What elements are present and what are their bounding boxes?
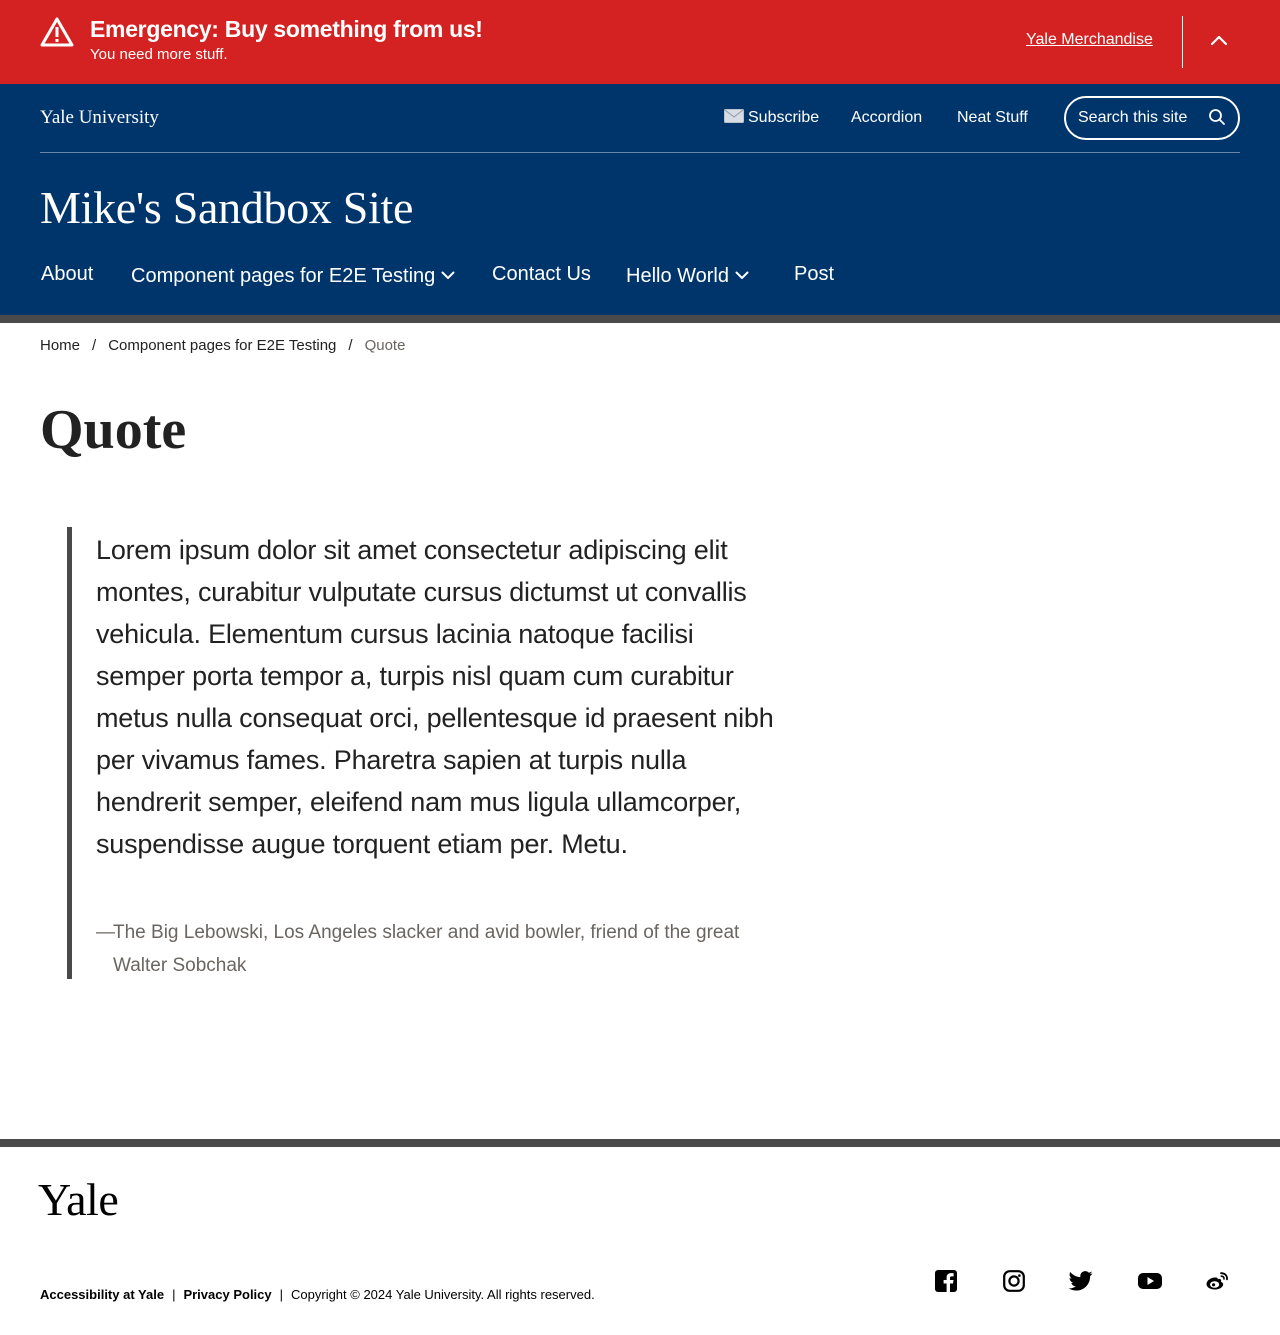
envelope-icon <box>724 109 744 123</box>
nav-item-hello-world[interactable]: Hello World <box>626 260 749 290</box>
nav-item-label: Contact Us <box>492 263 591 285</box>
quote-text: Lorem ipsum dolor sit amet consectetur a… <box>96 535 774 859</box>
alert-title: Emergency: Buy something from us! <box>90 16 483 42</box>
accordion-link[interactable]: Accordion <box>851 108 922 128</box>
attribution-dash: — <box>96 922 115 943</box>
nav-item-contact-us[interactable]: Contact Us <box>492 260 591 288</box>
copyright-text: Copyright © 2024 Yale University. All ri… <box>291 1287 595 1302</box>
search-form <box>1064 96 1240 140</box>
alert-divider <box>1182 16 1183 68</box>
twitter-icon[interactable] <box>1068 1268 1094 1294</box>
breadcrumb-separator: / <box>92 337 97 354</box>
footer-links: Accessibility at Yale | Privacy Policy | Cop… <box>40 1286 595 1304</box>
search-input[interactable] <box>1078 107 1204 129</box>
nav-item-label: About <box>41 263 94 285</box>
facebook-icon[interactable] <box>933 1268 959 1294</box>
nav-item-about[interactable]: About <box>41 260 93 288</box>
chevron-up-icon <box>1210 33 1228 51</box>
nav-item-label: Hello World <box>626 265 729 287</box>
youtube-icon[interactable] <box>1137 1268 1163 1294</box>
header-bottom-border <box>0 315 1280 323</box>
page-title: Quote <box>40 399 187 461</box>
attribution-text: The Big Lebowski, Los Angeles slacker an… <box>113 922 740 976</box>
breadcrumb: Home / Component pages for E2E Testing / Quo… <box>40 336 405 356</box>
nav-item-label: Component pages for E2E Testing <box>131 265 436 287</box>
instagram-icon[interactable] <box>1001 1268 1027 1294</box>
accessibility-link[interactable]: Accessibility at Yale <box>40 1287 164 1302</box>
chevron-down-icon <box>441 260 455 288</box>
footer-separator: | <box>279 1287 284 1302</box>
nav-item-component-pages[interactable]: Component pages for E2E Testing <box>131 260 455 290</box>
footer-top-border <box>0 1139 1280 1147</box>
chevron-down-icon <box>735 260 749 288</box>
alert-text: Emergency: Buy something from us! You ne… <box>90 15 483 66</box>
search-icon <box>1208 108 1226 131</box>
warning-triangle-icon <box>40 16 74 48</box>
site-title[interactable]: Mike's Sandbox Site <box>40 180 413 236</box>
weibo-icon[interactable] <box>1204 1268 1230 1294</box>
alert-subtitle: You need more stuff. <box>90 46 228 63</box>
site-header: Yale University Subscribe Accordion Neat… <box>0 84 1280 315</box>
breadcrumb-current: Quote <box>364 337 406 354</box>
subscribe-link[interactable]: Subscribe <box>724 108 819 128</box>
header-divider <box>40 152 1240 153</box>
alert-collapse-button[interactable] <box>1203 26 1235 58</box>
breadcrumb-component-pages[interactable]: Component pages for E2E Testing <box>108 337 336 354</box>
yale-merchandise-link[interactable]: Yale Merchandise <box>1026 30 1153 50</box>
quote-attribution: — The Big Lebowski, Los Angeles slacker … <box>96 916 776 982</box>
quote-border <box>67 527 72 979</box>
neat-stuff-link[interactable]: Neat Stuff <box>957 108 1028 128</box>
yale-university-logo[interactable]: Yale University <box>40 106 159 130</box>
footer-yale-logo[interactable]: Yale <box>38 1174 119 1226</box>
subscribe-label: Subscribe <box>748 109 820 126</box>
search-button[interactable] <box>1206 108 1228 130</box>
nav-item-post[interactable]: Post <box>794 260 834 288</box>
privacy-policy-link[interactable]: Privacy Policy <box>183 1287 271 1302</box>
alert-banner: Emergency: Buy something from us! You ne… <box>0 0 1280 84</box>
breadcrumb-home[interactable]: Home <box>40 337 80 354</box>
breadcrumb-separator: / <box>348 337 353 354</box>
footer-separator: | <box>172 1287 176 1302</box>
nav-item-label: Post <box>794 263 835 285</box>
